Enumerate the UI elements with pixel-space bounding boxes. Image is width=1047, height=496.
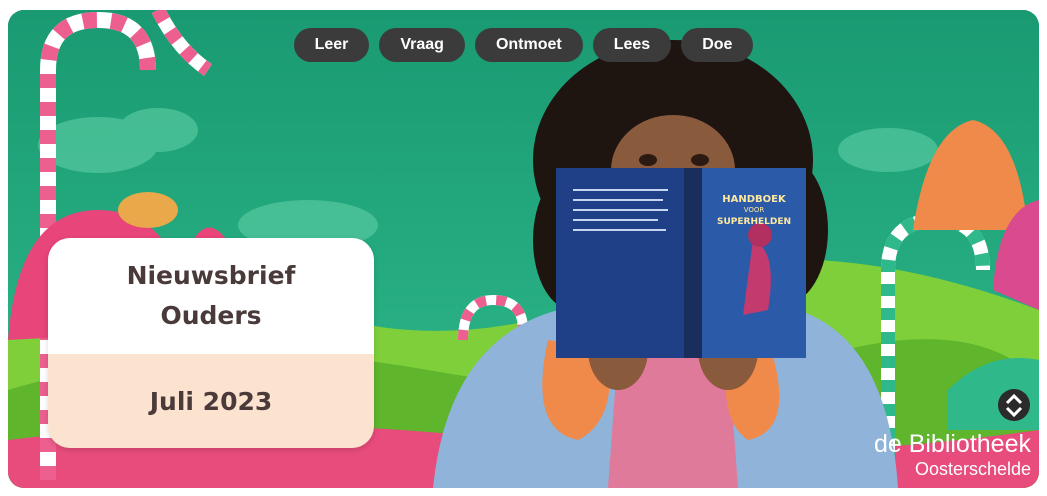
library-subtitle: Oosterschelde: [914, 459, 1031, 479]
book-illustration: HANDBOEK VOOR SUPERHELDEN: [556, 168, 806, 358]
newsletter-title-line2: Ouders: [160, 301, 262, 330]
nav-item-doe[interactable]: Doe: [681, 28, 754, 62]
newsletter-card-title-area: Nieuwsbrief Ouders: [48, 238, 374, 354]
book-title-2: VOOR: [744, 206, 765, 214]
main-navigation: Leer Vraag Ontmoet Lees Doe: [8, 28, 1039, 62]
nav-item-ontmoet[interactable]: Ontmoet: [474, 28, 583, 62]
newsletter-card-date-area: Juli 2023: [48, 354, 374, 448]
bibliotheek-logo-icon: [998, 389, 1030, 421]
newsletter-card: Nieuwsbrief Ouders Juli 2023: [48, 238, 374, 448]
newsletter-title-line1: Nieuwsbrief: [126, 261, 296, 290]
nav-item-lees[interactable]: Lees: [592, 28, 672, 62]
library-name: de Bibliotheek: [873, 430, 1031, 458]
book-title-3: SUPERHELDEN: [717, 217, 791, 227]
nav-item-vraag[interactable]: Vraag: [379, 28, 465, 62]
nav-item-leer[interactable]: Leer: [293, 28, 370, 62]
newsletter-date: Juli 2023: [149, 386, 273, 416]
library-logo: de Bibliotheek Oosterschelde: [873, 389, 1031, 480]
book-title-1: HANDBOEK: [722, 194, 787, 205]
hero-banner: HANDBOEK VOOR SUPERHELDEN Leer Vraag Ont…: [8, 10, 1039, 488]
